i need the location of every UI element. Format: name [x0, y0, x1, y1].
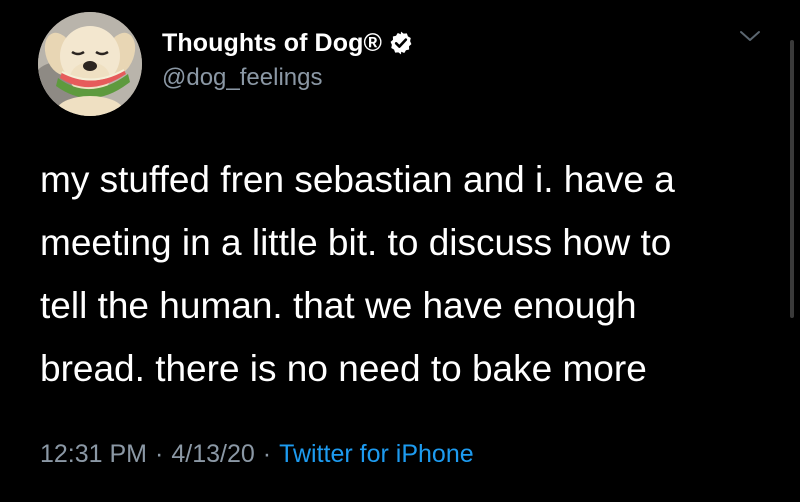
- tweet-time[interactable]: 12:31 PM: [40, 440, 147, 468]
- tweet-text-line: my stuffed fren sebastian and i. have a: [40, 159, 675, 200]
- tweet-meta: 12:31 PM · 4/13/20 · Twitter for iPhone: [40, 440, 474, 469]
- tweet-text-line: bread. there is no need to bake more: [40, 348, 647, 389]
- tweet-date[interactable]: 4/13/20: [171, 440, 254, 468]
- author-handle[interactable]: @dog_feelings: [162, 64, 322, 92]
- tweet-source-link[interactable]: Twitter for iPhone: [279, 440, 474, 468]
- tweet-text-line: meeting in a little bit. to discuss how …: [40, 222, 672, 263]
- meta-separator: ·: [155, 440, 164, 468]
- chevron-down-icon[interactable]: [738, 28, 762, 44]
- dog-avatar-icon: [38, 12, 142, 116]
- tweet: Thoughts of Dog® @dog_feelings my stuffe…: [0, 0, 800, 502]
- author-name-row[interactable]: Thoughts of Dog®: [162, 26, 414, 60]
- tweet-text-line: tell the human. that we have enough: [40, 285, 637, 326]
- meta-separator: ·: [262, 440, 272, 468]
- avatar[interactable]: [38, 12, 142, 116]
- author-display-name[interactable]: Thoughts of Dog®: [162, 29, 382, 58]
- verified-badge-icon: [390, 31, 412, 55]
- tweet-text: my stuffed fren sebastian and i. have a …: [40, 148, 780, 400]
- scrollbar[interactable]: [790, 40, 794, 318]
